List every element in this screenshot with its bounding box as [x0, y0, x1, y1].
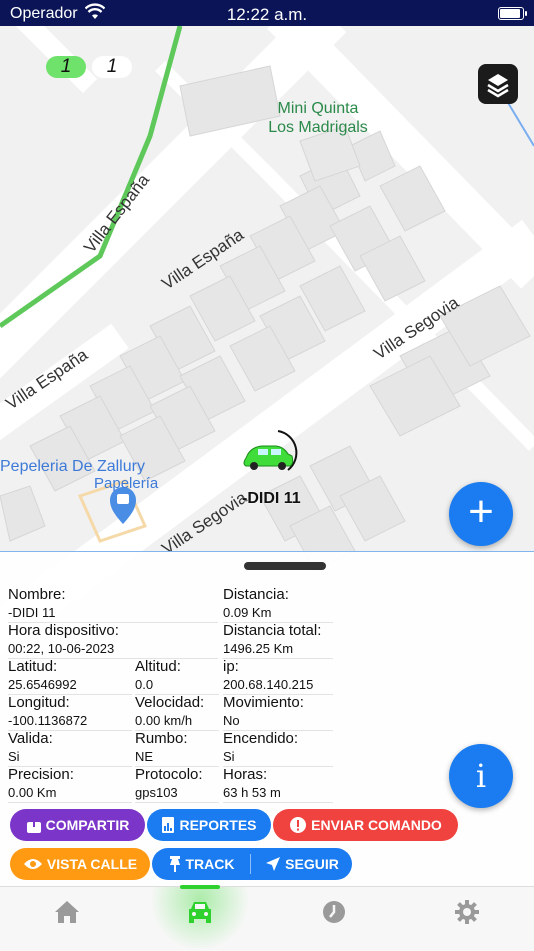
label: Valida:: [8, 730, 53, 747]
value: 0.0: [135, 677, 154, 692]
field-movimiento: Movimiento: No: [223, 694, 333, 731]
field-ip: ip: 200.68.140.215: [223, 658, 333, 695]
value: No: [223, 713, 240, 728]
field-precision: Precision: 0.00 Km: [8, 766, 132, 803]
field-distancia: Distancia: 0.09 Km: [223, 586, 333, 623]
value: -DIDI 11: [8, 605, 56, 620]
field-horas: Horas: 63 h 53 m: [223, 766, 333, 803]
label: Distancia total:: [223, 622, 322, 639]
field-hora: Hora dispositivo: 00:22, 10-06-2023: [8, 622, 218, 659]
eye-icon: [23, 859, 42, 869]
alert-icon: [290, 817, 307, 833]
enviar-comando-label: ENVIAR COMANDO: [311, 817, 442, 833]
field-rumbo: Rumbo: NE: [135, 730, 219, 767]
label: Distancia:: [223, 586, 289, 603]
compartir-button[interactable]: COMPARTIR: [10, 809, 145, 841]
info-button[interactable]: i: [449, 744, 513, 808]
reportes-label: REPORTES: [179, 817, 257, 833]
report-icon: [162, 817, 175, 833]
vehicle-label: -DIDI 11: [242, 490, 301, 507]
label: Longitud:: [8, 694, 70, 711]
add-button[interactable]: +: [449, 482, 513, 546]
active-tab-indicator: [180, 885, 220, 889]
tab-home[interactable]: [52, 897, 82, 927]
status-bar: Operador 12:22 a.m.: [0, 0, 534, 26]
value: Si: [223, 749, 235, 764]
tab-settings[interactable]: [452, 897, 482, 927]
value: NE: [135, 749, 154, 764]
value: 200.68.140.215: [223, 677, 314, 692]
label: Latitud:: [8, 658, 58, 675]
battery-level: [500, 9, 520, 18]
history-icon: [323, 901, 345, 923]
field-latitud: Latitud: 25.6546992: [8, 658, 132, 695]
field-encendido: Encendido: Si: [223, 730, 333, 767]
value: gps103: [135, 785, 178, 800]
navigation-arrow-icon: [266, 857, 281, 871]
value: 0.00 km/h: [135, 713, 193, 728]
button-divider: [250, 854, 251, 874]
sheet-handle[interactable]: [244, 562, 326, 570]
track-label: TRACK: [185, 856, 235, 872]
label: Altitud:: [135, 658, 181, 675]
counter-online: 1: [46, 56, 86, 78]
field-velocidad: Velocidad: 0.00 km/h: [135, 694, 219, 731]
enviar-comando-button[interactable]: ENVIAR COMANDO: [273, 809, 458, 841]
pin-icon: [169, 856, 180, 872]
label: Protocolo:: [135, 766, 203, 783]
vista-calle-label: VISTA CALLE: [46, 856, 138, 872]
field-valida: Valida: Si: [8, 730, 132, 767]
track-seguir-group: TRACK SEGUIR: [152, 848, 352, 880]
battery-icon: [498, 7, 527, 20]
counter-total: 1: [92, 56, 132, 78]
value: 63 h 53 m: [223, 785, 281, 800]
home-icon: [55, 901, 79, 923]
seguir-label: SEGUIR: [285, 856, 339, 872]
poi-label: Mini Quinta Los Madrigals: [258, 99, 378, 137]
shop-name: Pepeleria De Zallury: [0, 458, 145, 475]
value: 25.6546992: [8, 677, 77, 692]
clock: 12:22 a.m.: [226, 5, 308, 24]
value: 1496.25 Km: [223, 641, 294, 656]
label: Movimiento:: [223, 694, 304, 711]
label: Velocidad:: [135, 694, 205, 711]
label: Horas:: [223, 766, 268, 783]
field-nombre: Nombre: -DIDI 11: [8, 586, 218, 623]
tab-bar: [0, 885, 534, 951]
shop-category: Papelería: [94, 475, 159, 492]
value: Si: [8, 749, 20, 764]
label: Precision:: [8, 766, 74, 783]
poi-line2: Los Madrigals: [268, 119, 368, 136]
value: 0.09 Km: [223, 605, 272, 620]
poi-line1: Mini Quinta: [277, 100, 359, 117]
vista-calle-button[interactable]: VISTA CALLE: [10, 848, 150, 880]
field-altitud: Altitud: 0.0: [135, 658, 219, 695]
car-icon: [189, 902, 211, 923]
value: 00:22, 10-06-2023: [8, 641, 115, 656]
label: Encendido:: [223, 730, 299, 747]
tab-vehicle[interactable]: [185, 897, 215, 927]
field-distancia-total: Distancia total: 1496.25 Km: [223, 622, 333, 659]
label: Rumbo:: [135, 730, 188, 747]
reportes-button[interactable]: REPORTES: [147, 809, 271, 841]
seguir-button[interactable]: SEGUIR: [252, 848, 352, 880]
layers-icon: [487, 74, 509, 98]
layers-button[interactable]: [478, 64, 518, 104]
track-button[interactable]: TRACK: [152, 848, 250, 880]
label: Hora dispositivo:: [8, 622, 119, 639]
label: ip:: [223, 658, 239, 675]
value: 0.00 Km: [8, 785, 57, 800]
share-icon: [26, 816, 41, 833]
label: Nombre:: [8, 586, 66, 603]
settings-icon: [455, 900, 479, 924]
compartir-label: COMPARTIR: [45, 817, 130, 833]
field-longitud: Longitud: -100.1136872: [8, 694, 132, 731]
value: -100.1136872: [8, 713, 88, 728]
field-protocolo: Protocolo: gps103: [135, 766, 219, 803]
tab-history[interactable]: [319, 897, 349, 927]
